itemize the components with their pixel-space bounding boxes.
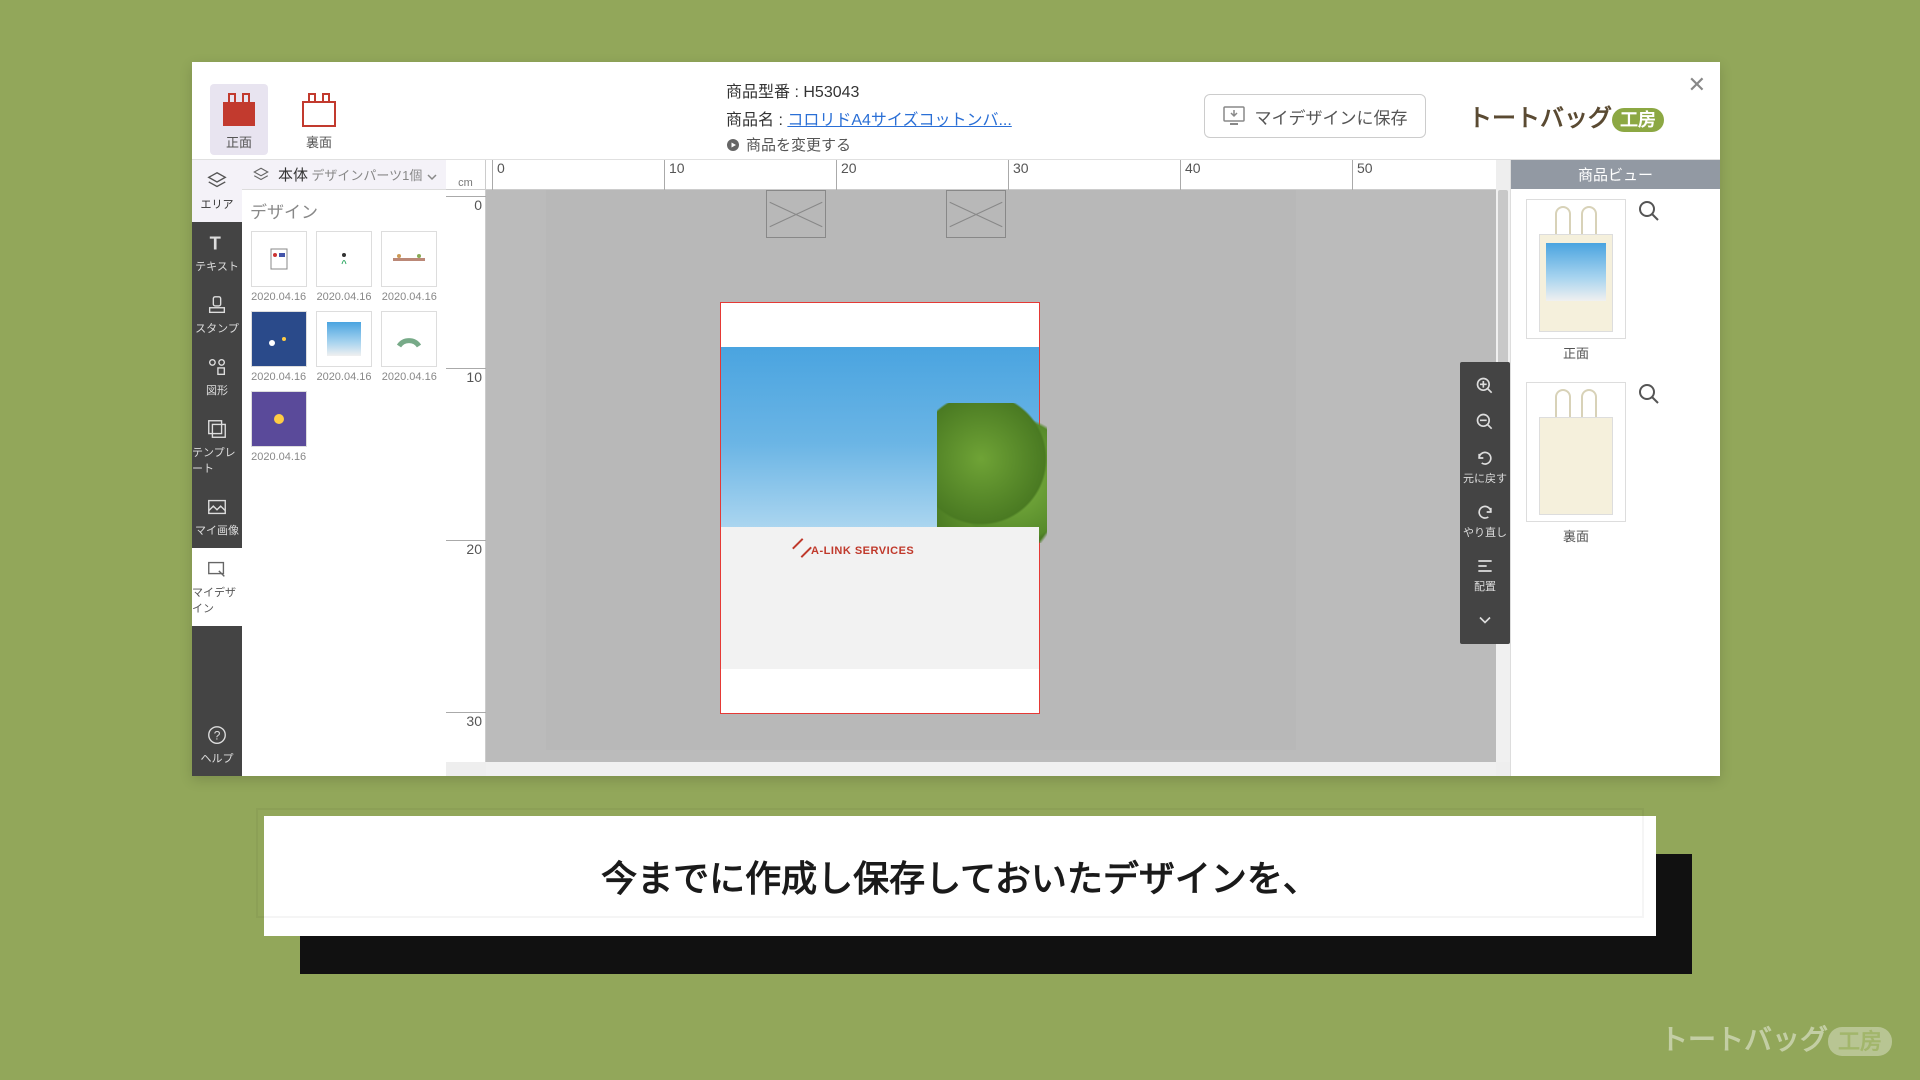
watermark: トートバッグ工房 <box>1660 1018 1892 1058</box>
product-view-panel: 商品ビュー 正面 裏面 <box>1510 160 1720 776</box>
undo-button[interactable]: 元に戻す <box>1460 442 1510 492</box>
align-icon <box>1475 556 1495 576</box>
change-product-link[interactable]: 商品を変更する <box>726 134 1012 155</box>
template-icon <box>206 418 228 440</box>
image-icon <box>206 496 228 518</box>
svg-text:T: T <box>210 232 221 253</box>
sidebar-template[interactable]: テンプレート <box>192 408 242 486</box>
zoom-front-icon[interactable] <box>1637 199 1661 230</box>
design-thumb[interactable]: 2020.04.16 <box>381 231 438 303</box>
building-graphic: A-LINK SERVICES <box>721 527 1039 669</box>
sidebar-stamp[interactable]: スタンプ <box>192 284 242 346</box>
chevron-down-icon <box>426 171 438 183</box>
text-icon: T <box>206 232 228 254</box>
zoom-in-icon <box>1475 376 1495 396</box>
layers-icon <box>252 166 270 184</box>
redo-button[interactable]: やり直し <box>1460 496 1510 546</box>
help-icon: ? <box>206 724 228 746</box>
parts-count: デザインパーツ1個 <box>311 168 422 183</box>
sidebar-help[interactable]: ?ヘルプ <box>192 714 242 776</box>
save-to-mydesign-button[interactable]: マイデザインに保存 <box>1204 94 1426 138</box>
preview-back[interactable] <box>1526 382 1626 522</box>
view-tabs: 正面 裏面 <box>210 84 348 155</box>
scrollbar-horizontal[interactable] <box>486 762 1496 776</box>
monitor-save-icon <box>1223 106 1245 126</box>
shapes-icon <box>206 356 228 378</box>
stamp-icon <box>206 294 228 316</box>
zoom-in-button[interactable] <box>1460 370 1510 402</box>
preview-front[interactable] <box>1526 199 1626 339</box>
mydesign-icon <box>206 558 228 580</box>
close-button[interactable]: ✕ <box>1688 72 1706 98</box>
brand-logo: トートバッグ工房 <box>1468 98 1664 133</box>
zoom-back-icon[interactable] <box>1637 382 1661 413</box>
ruler-horizontal: 0 10 20 30 40 50 <box>486 160 1496 190</box>
sidebar-area[interactable]: エリア <box>192 160 242 222</box>
sidebar-shape[interactable]: 図形 <box>192 346 242 408</box>
area-header[interactable]: 本体 デザインパーツ1個 <box>242 160 446 190</box>
design-thumb[interactable]: 2020.04.16 <box>250 391 307 463</box>
design-thumb[interactable]: 2020.04.16 <box>250 311 307 383</box>
preview-back-label: 裏面 <box>1563 526 1589 545</box>
bag-handle <box>766 190 826 238</box>
svg-text:?: ? <box>214 729 221 743</box>
print-area[interactable]: A-LINK SERVICES <box>720 302 1040 714</box>
align-button[interactable]: 配置 <box>1460 550 1510 600</box>
bag-back-icon <box>297 90 341 128</box>
product-code: H53043 <box>803 84 859 101</box>
expand-toolbar-button[interactable] <box>1460 604 1510 636</box>
canvas-area: cm 0 10 20 30 40 50 0 10 20 30 <box>446 160 1510 776</box>
zoom-out-icon <box>1475 412 1495 432</box>
view-tab-back-label: 裏面 <box>306 132 332 151</box>
design-thumb[interactable]: 2020.04.16 <box>250 231 307 303</box>
design-panel: デザイン 2020.04.16 2020.04.16 2020.04.16 20… <box>242 190 446 776</box>
canvas-toolbar: 元に戻す やり直し 配置 <box>1460 362 1510 644</box>
sidebar-mydesign[interactable]: マイデザイン <box>192 548 242 626</box>
preview-front-label: 正面 <box>1563 343 1589 362</box>
play-icon <box>726 138 740 152</box>
view-tab-front[interactable]: 正面 <box>210 84 268 155</box>
design-thumb[interactable]: 2020.04.16 <box>315 311 372 383</box>
product-name-link[interactable]: コロリドA4サイズコットンバ... <box>787 112 1011 129</box>
product-info: 商品型番 : H53043 商品名 : コロリドA4サイズコットンバ... 商品… <box>726 78 1012 155</box>
design-panel-title: デザイン <box>250 198 438 223</box>
canvas[interactable]: A-LINK SERVICES <box>486 190 1496 762</box>
view-tab-back[interactable]: 裏面 <box>290 84 348 155</box>
ruler-unit: cm <box>446 160 486 190</box>
tutorial-caption: 今までに作成し保存しておいたデザインを、 <box>264 816 1656 936</box>
area-title: 本体 <box>278 164 308 185</box>
tree-graphic <box>937 403 1047 543</box>
layers-icon <box>206 170 228 192</box>
zoom-out-button[interactable] <box>1460 406 1510 438</box>
ruler-vertical: 0 10 20 30 <box>446 190 486 762</box>
sidebar-text[interactable]: Tテキスト <box>192 222 242 284</box>
product-name-label: 商品名 : <box>726 112 783 129</box>
product-code-label: 商品型番 : <box>726 84 799 101</box>
left-sidebar: エリア Tテキスト スタンプ 図形 テンプレート マイ画像 マイデザイン ?ヘル… <box>192 160 242 776</box>
app-window: 正面 裏面 商品型番 : H53043 商品名 : コロリドA4サイズコットンバ… <box>192 62 1720 776</box>
product-view-title: 商品ビュー <box>1511 160 1720 189</box>
undo-icon <box>1475 448 1495 468</box>
design-thumb[interactable]: 2020.04.16 <box>315 231 372 303</box>
design-thumb[interactable]: 2020.04.16 <box>381 311 438 383</box>
redo-icon <box>1475 502 1495 522</box>
bag-handle <box>946 190 1006 238</box>
view-tab-front-label: 正面 <box>226 132 252 151</box>
sidebar-myimage[interactable]: マイ画像 <box>192 486 242 548</box>
chevron-down-icon <box>1475 610 1495 630</box>
bag-front-icon <box>217 90 261 128</box>
design-thumbs: 2020.04.16 2020.04.16 2020.04.16 2020.04… <box>250 231 438 463</box>
header: 正面 裏面 商品型番 : H53043 商品名 : コロリドA4サイズコットンバ… <box>192 62 1720 160</box>
placed-image[interactable]: A-LINK SERVICES <box>721 347 1039 669</box>
